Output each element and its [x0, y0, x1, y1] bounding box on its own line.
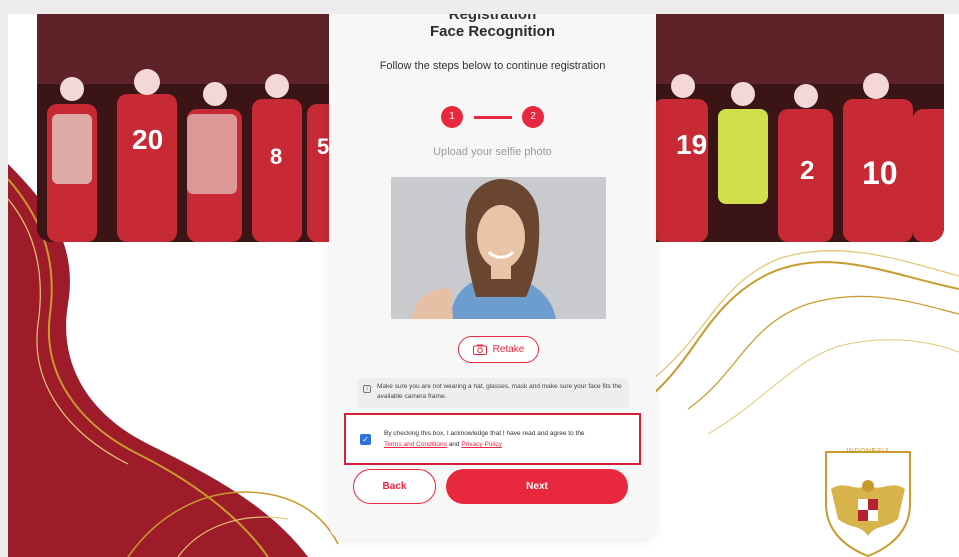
- next-button[interactable]: Next: [446, 469, 628, 504]
- consent-prefix: By checking this box, I acknowledge that…: [384, 430, 585, 437]
- registration-card: Registration Face Recognition Follow the…: [329, 14, 656, 539]
- jersey-number: 2: [800, 155, 814, 185]
- check-icon: ✓: [362, 435, 369, 444]
- hero-photo-right: 19 2 10: [648, 14, 944, 242]
- retake-button[interactable]: Retake: [458, 336, 539, 363]
- step-2-badge: 2: [522, 106, 544, 128]
- consent-text: By checking this box, I acknowledge that…: [384, 428, 634, 450]
- step-1-badge: 1: [441, 106, 463, 128]
- hero-photo-left: 20 8 5: [37, 14, 337, 242]
- page-subtitle: Follow the steps below to continue regis…: [379, 60, 606, 72]
- selfie-preview: [391, 177, 606, 319]
- step-indicator: 1 2: [329, 106, 656, 128]
- jersey-number: 19: [676, 129, 707, 160]
- page-heading-top: Registration: [448, 14, 537, 23]
- jersey-number: 8: [270, 144, 282, 169]
- privacy-link[interactable]: Privacy Policy: [461, 441, 501, 448]
- terms-link[interactable]: Terms and Conditions: [384, 441, 447, 448]
- info-icon: i: [363, 385, 371, 393]
- selfie-instructions: i Make sure you are not wearing a hat, g…: [357, 378, 629, 408]
- jersey-number: 10: [862, 155, 898, 191]
- jersey-number: 20: [132, 124, 163, 155]
- notice-text: Make sure you are not wearing a hat, gla…: [377, 383, 622, 400]
- pssi-emblem: [825, 451, 911, 557]
- jersey-number: 5: [317, 134, 329, 159]
- page: 20 8 5 19 2 10 Registration Face Recogni…: [8, 14, 959, 557]
- camera-icon: [472, 344, 487, 355]
- retake-label: Retake: [492, 344, 525, 355]
- consent-box: ✓ By checking this box, I acknowledge th…: [344, 413, 641, 465]
- upload-label: Upload your selfie photo: [433, 146, 552, 158]
- page-title: Face Recognition: [429, 23, 556, 40]
- back-button[interactable]: Back: [353, 469, 436, 504]
- consent-and: and: [448, 441, 460, 448]
- emblem-label: INDONESIA: [846, 448, 890, 455]
- step-connector: [474, 116, 512, 119]
- consent-checkbox[interactable]: ✓: [360, 434, 371, 445]
